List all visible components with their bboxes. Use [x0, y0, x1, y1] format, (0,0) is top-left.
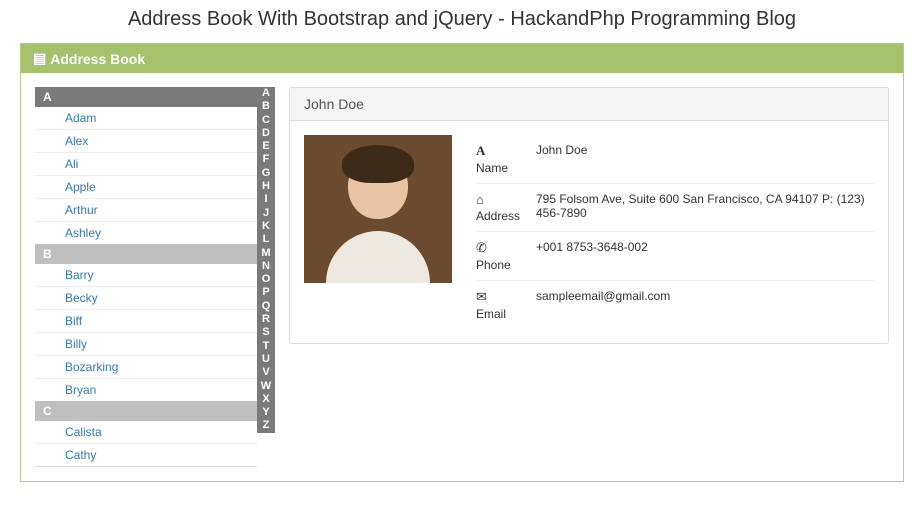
alpha-index-letter[interactable]: A: [257, 87, 275, 100]
contact-item[interactable]: Bryan: [35, 378, 257, 401]
book-icon: ▤: [33, 50, 46, 67]
info-label-name: Name: [476, 161, 536, 175]
alpha-index-letter[interactable]: U: [257, 353, 275, 366]
alpha-index-letter[interactable]: R: [257, 313, 275, 326]
contact-item[interactable]: Alex: [35, 129, 257, 152]
info-value-name: John Doe: [536, 143, 874, 175]
alpha-index-letter[interactable]: W: [257, 380, 275, 393]
section-header: C: [35, 401, 257, 421]
alpha-index-letter[interactable]: P: [257, 286, 275, 299]
alpha-index-letter[interactable]: G: [257, 167, 275, 180]
contact-item[interactable]: Apple: [35, 175, 257, 198]
alpha-index-letter[interactable]: F: [257, 153, 275, 166]
info-row-email: ✉ Email sampleemail@gmail.com: [476, 281, 874, 329]
contact-item[interactable]: Ashley: [35, 221, 257, 244]
contact-detail-column: John Doe A Name John Doe: [289, 87, 889, 467]
alpha-index-letter[interactable]: J: [257, 207, 275, 220]
alpha-index-letter[interactable]: Q: [257, 300, 275, 313]
alpha-index-letter[interactable]: D: [257, 127, 275, 140]
font-icon: A: [476, 143, 536, 159]
panel-header: ▤ Address Book: [21, 44, 903, 73]
info-row-phone: ✆ Phone +001 8753-3648-002: [476, 232, 874, 281]
info-label-address: Address: [476, 209, 536, 223]
alpha-index-letter[interactable]: M: [257, 247, 275, 260]
contact-list-column: ABCDEFGHIJKLMNOPQRSTUVWXYZ AAdamAlexAliA…: [35, 87, 275, 467]
alpha-index-letter[interactable]: H: [257, 180, 275, 193]
alpha-index: ABCDEFGHIJKLMNOPQRSTUVWXYZ: [257, 87, 275, 433]
contact-card-header: John Doe: [290, 88, 888, 121]
contact-info: A Name John Doe ⌂ Address 795 Folsom Ave…: [476, 135, 874, 329]
contact-item[interactable]: Ali: [35, 152, 257, 175]
alpha-index-letter[interactable]: B: [257, 100, 275, 113]
alpha-index-letter[interactable]: Y: [257, 406, 275, 419]
alpha-index-letter[interactable]: K: [257, 220, 275, 233]
alpha-index-letter[interactable]: V: [257, 366, 275, 379]
section-header: B: [35, 244, 257, 264]
contact-item[interactable]: Becky: [35, 286, 257, 309]
home-icon: ⌂: [476, 192, 536, 207]
contact-item[interactable]: Billy: [35, 332, 257, 355]
alpha-index-letter[interactable]: O: [257, 273, 275, 286]
info-value-address: 795 Folsom Ave, Suite 600 San Francisco,…: [536, 192, 874, 223]
envelope-icon: ✉: [476, 289, 536, 305]
info-label-email: Email: [476, 307, 536, 321]
section-header: A: [35, 87, 257, 107]
info-row-name: A Name John Doe: [476, 135, 874, 184]
info-value-phone: +001 8753-3648-002: [536, 240, 874, 272]
phone-icon: ✆: [476, 240, 536, 256]
alpha-index-letter[interactable]: T: [257, 340, 275, 353]
alpha-index-letter[interactable]: S: [257, 326, 275, 339]
address-book-panel: ▤ Address Book ABCDEFGHIJKLMNOPQRSTUVWXY…: [20, 43, 904, 482]
alpha-index-letter[interactable]: I: [257, 193, 275, 206]
alpha-index-letter[interactable]: E: [257, 140, 275, 153]
contact-item[interactable]: Cathy: [35, 443, 257, 466]
contact-avatar: [304, 135, 452, 283]
contact-list: AAdamAlexAliAppleArthurAshleyBBarryBecky…: [35, 87, 257, 467]
contact-item[interactable]: Barry: [35, 264, 257, 286]
contact-card: John Doe A Name John Doe: [289, 87, 889, 344]
info-row-address: ⌂ Address 795 Folsom Ave, Suite 600 San …: [476, 184, 874, 232]
info-label-phone: Phone: [476, 258, 536, 272]
panel-title: Address Book: [50, 51, 145, 67]
info-value-email: sampleemail@gmail.com: [536, 289, 874, 321]
alpha-index-letter[interactable]: X: [257, 393, 275, 406]
alpha-index-letter[interactable]: N: [257, 260, 275, 273]
alpha-index-letter[interactable]: L: [257, 233, 275, 246]
contact-item[interactable]: Adam: [35, 107, 257, 129]
contact-item[interactable]: Arthur: [35, 198, 257, 221]
page-title: Address Book With Bootstrap and jQuery -…: [0, 0, 924, 43]
contact-item[interactable]: Calista: [35, 421, 257, 443]
alpha-index-letter[interactable]: Z: [257, 419, 275, 432]
contact-item[interactable]: Biff: [35, 309, 257, 332]
contact-item[interactable]: Bozarking: [35, 355, 257, 378]
alpha-index-letter[interactable]: C: [257, 114, 275, 127]
